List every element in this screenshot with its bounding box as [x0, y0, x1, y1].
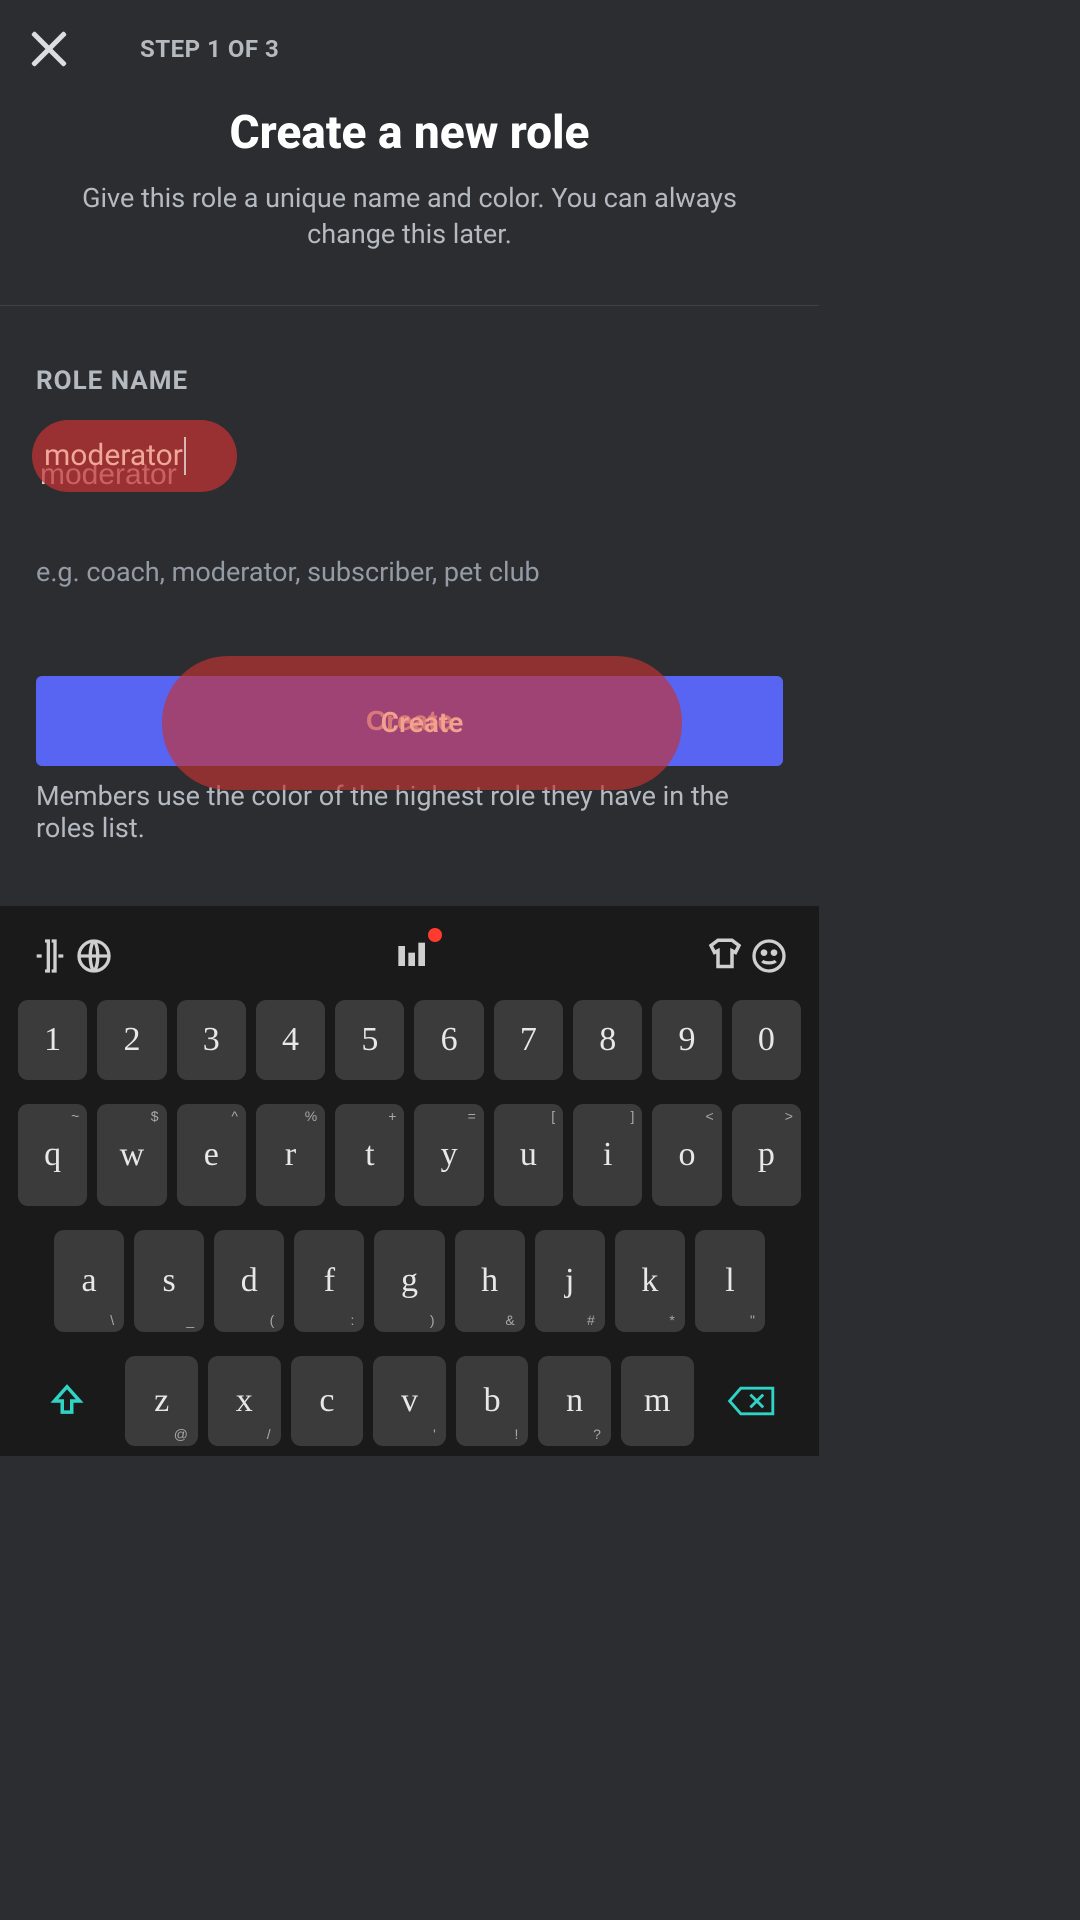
create-button-label-base: Create	[366, 705, 453, 737]
key-8[interactable]: 8	[573, 1000, 642, 1080]
key-3[interactable]: 3	[177, 1000, 246, 1080]
key-k[interactable]: k*	[615, 1230, 685, 1332]
key-9[interactable]: 9	[652, 1000, 721, 1080]
key-a[interactable]: a\	[54, 1230, 124, 1332]
key-o[interactable]: <o	[652, 1104, 721, 1206]
key-x[interactable]: x/	[208, 1356, 281, 1446]
key-v[interactable]: v'	[373, 1356, 446, 1446]
key-0[interactable]: 0	[732, 1000, 801, 1080]
roles-footer-note: Members use the color of the highest rol…	[36, 780, 783, 844]
text-cursor	[184, 437, 186, 475]
key-4[interactable]: 4	[256, 1000, 325, 1080]
close-icon[interactable]	[28, 28, 70, 70]
key-j[interactable]: j#	[535, 1230, 605, 1332]
key-p[interactable]: >p	[732, 1104, 801, 1206]
theme-shirt-icon[interactable]	[703, 934, 747, 978]
key-q[interactable]: ~q	[18, 1104, 87, 1206]
backspace-key[interactable]	[704, 1385, 801, 1417]
notification-dot-icon	[428, 928, 442, 942]
globe-icon[interactable]	[72, 934, 116, 978]
step-indicator: STEP 1 OF 3	[140, 35, 279, 63]
key-g[interactable]: g)	[374, 1230, 444, 1332]
key-1[interactable]: 1	[18, 1000, 87, 1080]
key-u[interactable]: [u	[494, 1104, 563, 1206]
key-6[interactable]: 6	[414, 1000, 483, 1080]
key-z[interactable]: z@	[125, 1356, 198, 1446]
shift-key[interactable]	[18, 1382, 115, 1420]
key-y[interactable]: =y	[414, 1104, 483, 1206]
key-n[interactable]: n?	[538, 1356, 611, 1446]
key-i[interactable]: ]i	[573, 1104, 642, 1206]
input-highlight-overlay: moderator	[32, 420, 237, 492]
create-button[interactable]: Create	[36, 676, 783, 766]
key-f[interactable]: f:	[294, 1230, 364, 1332]
soft-keyboard: 1234567890 ~q$w^e%r+t=y[u]i<o>p a\s_d(f:…	[0, 906, 819, 1456]
emoji-icon[interactable]	[747, 934, 791, 978]
key-5[interactable]: 5	[335, 1000, 404, 1080]
key-h[interactable]: h&	[455, 1230, 525, 1332]
role-name-value: moderator	[44, 438, 183, 473]
key-r[interactable]: %r	[256, 1104, 325, 1206]
key-m[interactable]: m	[621, 1356, 694, 1446]
key-b[interactable]: b!	[456, 1356, 529, 1446]
key-c[interactable]: c	[291, 1356, 364, 1446]
key-7[interactable]: 7	[494, 1000, 563, 1080]
keyboard-app-icon[interactable]	[388, 934, 432, 978]
key-w[interactable]: $w	[97, 1104, 166, 1206]
role-name-hint: e.g. coach, moderator, subscriber, pet c…	[36, 556, 783, 588]
key-2[interactable]: 2	[97, 1000, 166, 1080]
page-title: Create a new role	[40, 106, 779, 160]
text-cursor-tool-icon[interactable]	[28, 934, 72, 978]
page-subtitle: Give this role a unique name and color. …	[40, 180, 779, 253]
key-t[interactable]: +t	[335, 1104, 404, 1206]
key-d[interactable]: d(	[214, 1230, 284, 1332]
key-l[interactable]: l"	[695, 1230, 765, 1332]
key-e[interactable]: ^e	[177, 1104, 246, 1206]
role-name-label: ROLE NAME	[36, 366, 783, 396]
key-s[interactable]: s_	[134, 1230, 204, 1332]
